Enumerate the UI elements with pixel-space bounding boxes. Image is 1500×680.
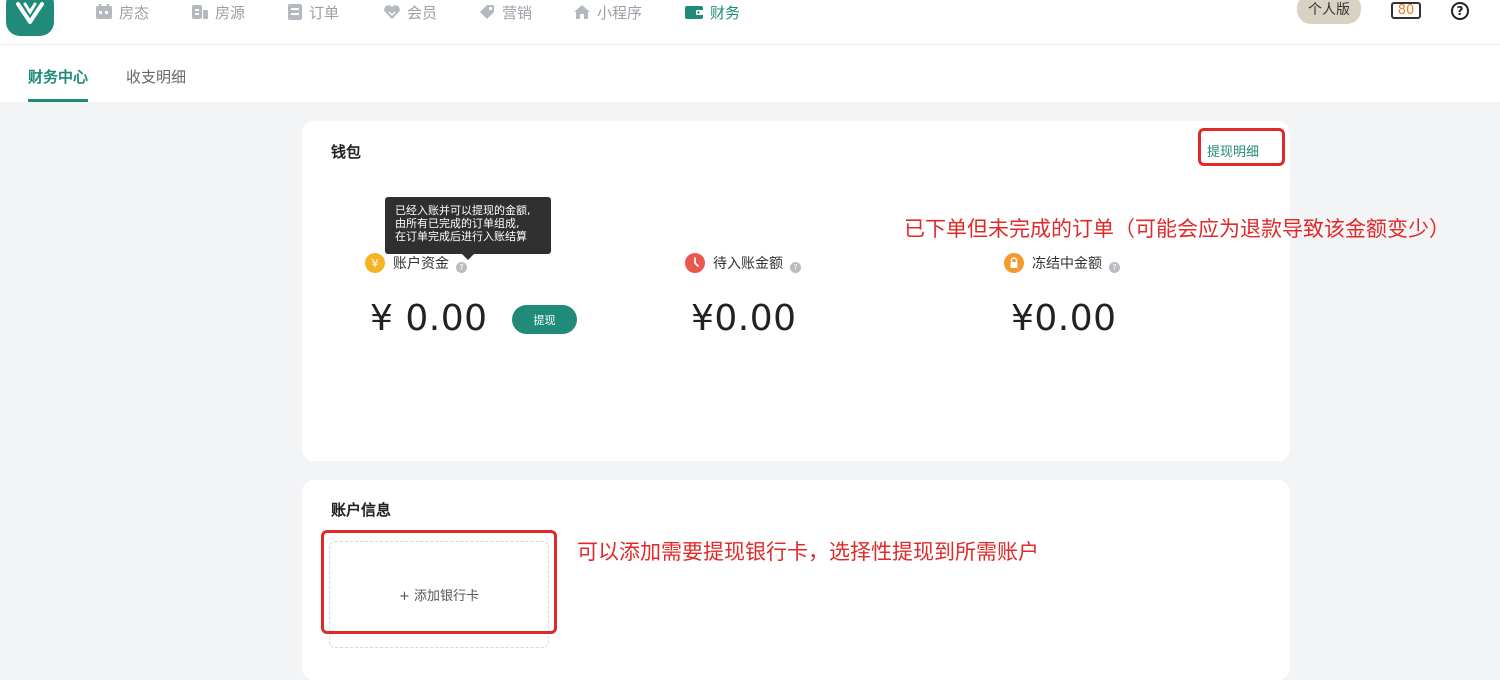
logo-v-icon <box>16 2 44 24</box>
order-icon <box>287 3 303 21</box>
frozen-amount: ¥0.00 <box>1011 298 1117 339</box>
nav-item-members[interactable]: 会员 <box>383 0 437 24</box>
app-logo[interactable] <box>6 0 54 36</box>
plan-badge[interactable]: 个人版 <box>1297 0 1361 24</box>
wallet-title: 钱包 <box>331 143 362 161</box>
nav-label: 小程序 <box>597 3 643 22</box>
count-badge[interactable]: 80 <box>1391 2 1421 19</box>
nav-item-room-status[interactable]: 房态 <box>95 0 149 24</box>
nav-item-finance[interactable]: 财务 <box>684 0 740 24</box>
lock-icon <box>1004 253 1024 273</box>
nav-label: 房源 <box>215 3 246 22</box>
annotation-pending-note: 已下单但未完成的订单（可能会应为退款导致该金额变少） <box>904 217 1450 241</box>
nav-label: 财务 <box>710 3 741 22</box>
nav-item-listings[interactable]: 房源 <box>191 0 245 24</box>
yen-coin-icon: ¥ <box>365 253 385 273</box>
info-icon[interactable]: ? <box>1109 262 1120 273</box>
pending-amount: ¥0.00 <box>691 298 797 339</box>
highlight-box-withdraw-detail <box>1198 128 1285 166</box>
tab-finance-center[interactable]: 财务中心 <box>28 66 88 87</box>
help-icon[interactable]: ? <box>1451 2 1469 20</box>
highlight-box-add-card <box>321 530 557 634</box>
wallet-icon <box>684 4 704 20</box>
nav-item-orders[interactable]: 订单 <box>287 0 339 24</box>
stat-label-text: 待入账金额 <box>713 256 783 272</box>
calendar-icon <box>95 4 113 20</box>
info-icon[interactable]: ? <box>790 262 801 273</box>
tooltip-line: 在订单完成后进行入账结算 <box>395 230 527 243</box>
annotation-card-note: 可以添加需要提现银行卡，选择性提现到所需账户 <box>577 540 1039 564</box>
tag-icon <box>478 3 496 21</box>
active-tab-indicator <box>28 99 88 102</box>
withdraw-button[interactable]: 提现 <box>512 305 577 334</box>
home-icon <box>573 4 591 20</box>
wallet-card <box>302 121 1290 461</box>
nav-label: 会员 <box>407 3 438 22</box>
tab-income-expense-detail[interactable]: 收支明细 <box>126 66 186 87</box>
finance-tabs: 财务中心 收支明细 <box>0 45 1500 102</box>
account-funds-tooltip: 已经入账并可以提现的金额, 由所有已完成的订单组成, 在订单完成后进行入账结算 <box>385 197 551 254</box>
top-navigation-bar: 房态 房源 订单 会员 营销 小程序 财务 个人版 80 ? <box>0 0 1500 45</box>
nav-label: 订单 <box>309 3 340 22</box>
member-heart-icon <box>383 4 401 20</box>
clock-icon <box>685 253 705 273</box>
account-info-title: 账户信息 <box>331 501 392 519</box>
nav-item-marketing[interactable]: 营销 <box>478 0 532 24</box>
stat-pending-amount: 待入账金额 ? <box>685 253 801 273</box>
stat-label-text: 账户资金 <box>393 256 449 272</box>
stat-account-funds: ¥ 账户资金 ? <box>365 253 467 273</box>
stat-label-text: 冻结中金额 <box>1032 256 1102 272</box>
tooltip-line: 由所有已完成的订单组成, <box>395 217 520 230</box>
stat-frozen-amount: 冻结中金额 ? <box>1004 253 1120 273</box>
nav-label: 营销 <box>502 3 533 22</box>
tooltip-line: 已经入账并可以提现的金额, <box>395 204 531 217</box>
house-source-icon <box>191 4 209 20</box>
info-icon[interactable]: ? <box>456 262 467 273</box>
nav-label: 房态 <box>119 3 150 22</box>
nav-item-mini-program[interactable]: 小程序 <box>573 0 642 24</box>
account-funds-amount: ¥ 0.00 <box>370 298 488 339</box>
